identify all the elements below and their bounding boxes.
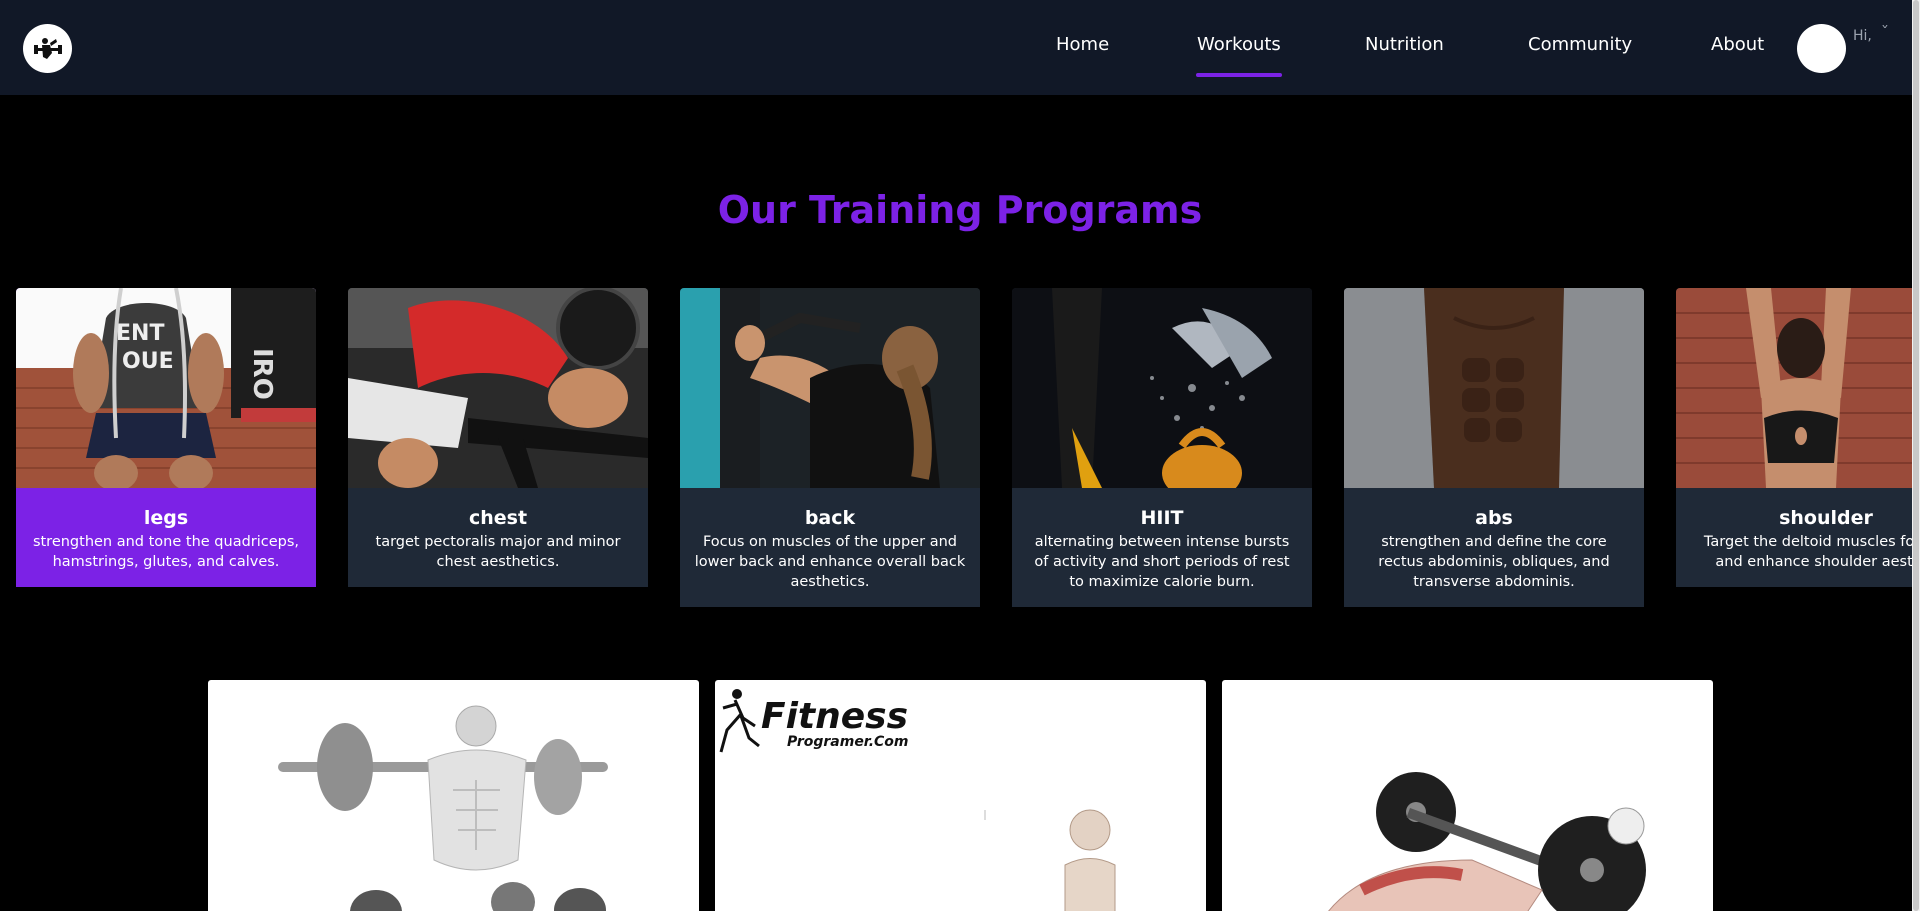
- nav-nutrition[interactable]: Nutrition: [1365, 34, 1444, 55]
- program-desc: strengthen and tone the quadriceps, hams…: [32, 534, 300, 570]
- program-desc: Focus on muscles of the upper and lower …: [694, 534, 966, 590]
- section-title: Our Training Programs: [717, 188, 1203, 232]
- gym-logo-icon: [33, 37, 62, 59]
- program-card-back[interactable]: back Focus on muscles of the upper and l…: [680, 288, 980, 607]
- program-card-chest[interactable]: chest target pectoralis major and minor …: [348, 288, 648, 587]
- program-image-chest: [348, 288, 648, 488]
- top-navbar: Home Workouts Nutrition Community About …: [0, 0, 1912, 95]
- program-desc: Target the deltoid muscles for def and e…: [1703, 534, 1920, 570]
- program-card-legs[interactable]: IRO ENT OUE legs strengthen and tone the…: [16, 288, 316, 587]
- page: Home Workouts Nutrition Community About …: [0, 0, 1920, 911]
- exercise-card-hip-thrust[interactable]: [1222, 680, 1713, 911]
- program-image-hiit: [1012, 288, 1312, 488]
- exercise-illustration-squat: [278, 705, 608, 911]
- program-card-shoulder[interactable]: shoulder Target the deltoid muscles for …: [1676, 288, 1920, 587]
- program-card-hiit[interactable]: HIIT alternating between intense bursts …: [1012, 288, 1312, 607]
- logo[interactable]: [23, 24, 72, 73]
- program-image-shoulder: [1676, 288, 1920, 488]
- exercise-card-squat[interactable]: [208, 680, 699, 911]
- nav-home[interactable]: Home: [1056, 34, 1109, 55]
- nav-community[interactable]: Community: [1528, 34, 1632, 55]
- program-title: shoulder: [1779, 507, 1873, 529]
- scrollbar-thumb[interactable]: [1913, 0, 1919, 911]
- program-title: HIIT: [1140, 507, 1184, 529]
- svg-text:OUE: OUE: [122, 349, 174, 374]
- exercise-illustration-hip-thrust: [1328, 772, 1646, 911]
- program-title: legs: [143, 507, 189, 529]
- program-image-legs: IRO ENT OUE: [16, 288, 316, 488]
- nav-workouts[interactable]: Workouts: [1196, 34, 1282, 77]
- program-card-abs[interactable]: abs strengthen and define the core rectu…: [1344, 288, 1644, 607]
- exercise-illustration-standing: [984, 809, 1116, 911]
- exercise-card-fitness-programer[interactable]: Fitness Programer.Com: [715, 680, 1206, 911]
- program-title: abs: [1475, 507, 1513, 529]
- chevron-down-icon[interactable]: ˅: [1881, 24, 1889, 38]
- program-desc: strengthen and define the core rectus ab…: [1378, 534, 1610, 590]
- svg-text:IRO: IRO: [247, 348, 277, 400]
- program-image-back: [680, 288, 980, 488]
- program-title: back: [804, 507, 856, 529]
- program-desc: alternating between intense bursts of ac…: [1034, 534, 1290, 590]
- user-greeting[interactable]: Hi,: [1853, 28, 1872, 44]
- program-title: chest: [468, 507, 528, 529]
- program-image-abs: [1344, 288, 1644, 488]
- svg-text:ENT: ENT: [116, 321, 164, 346]
- user-avatar[interactable]: [1797, 24, 1846, 73]
- program-desc: target pectoralis major and minor chest …: [375, 534, 621, 570]
- nav-about[interactable]: About: [1711, 34, 1764, 55]
